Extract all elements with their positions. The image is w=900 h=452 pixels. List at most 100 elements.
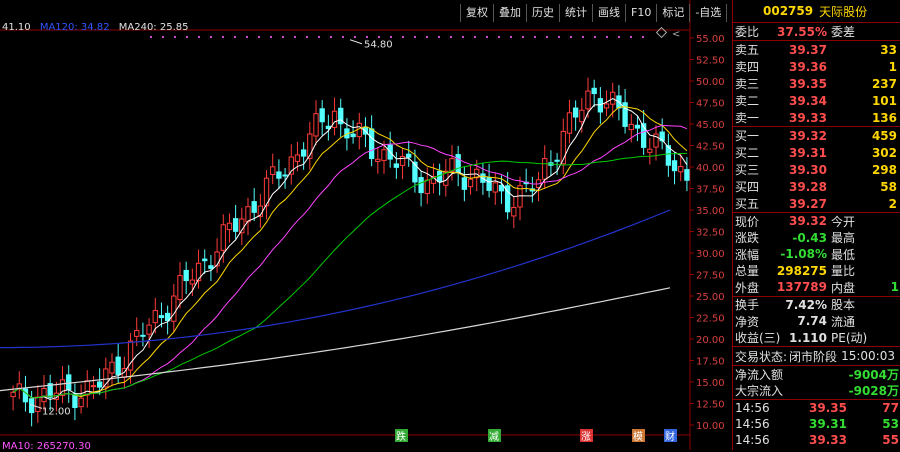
candle-body — [294, 154, 301, 162]
candle-body — [684, 169, 690, 181]
signal-dot — [462, 36, 464, 38]
candle-body — [146, 324, 152, 335]
bid-level[interactable]: 买一 39.32 459 — [733, 127, 900, 144]
candle-body — [678, 166, 684, 173]
candle-body — [455, 154, 461, 174]
tick-price: 39.33 — [809, 433, 847, 447]
bid-level[interactable]: 买四 39.28 58 — [733, 178, 900, 195]
fundamentals: 换手 7.42% 股本 净资 7.74 流通 收益(三) 1.110 PE(动) — [733, 297, 900, 347]
ask-level[interactable]: 卖三 39.35 237 — [733, 75, 900, 92]
flow-label: 大宗流入 — [735, 384, 784, 399]
price-axis-label: 22.50 — [696, 314, 725, 325]
kline-chart[interactable]: 55.00 52.50 50.00 47.50 45.00 42.50 40.00 37.50… — [0, 0, 732, 450]
tick-time: 14:56 — [735, 401, 770, 415]
stock-name: 天际股份 — [819, 4, 868, 19]
toolbar-mark-button[interactable]: 标记 — [656, 4, 689, 22]
signal-dot — [330, 36, 332, 38]
quote-stats: 现价 39.32 今开 涨跌 -0.43 最高 涨幅 -1.08% 最低 总量 298275 量… — [733, 213, 900, 296]
fund-label: 净资 — [735, 314, 760, 329]
quote-label: 涨跌 — [735, 231, 760, 246]
signal-dot — [378, 36, 380, 38]
fund-row: 收益(三) 1.110 PE(动) — [733, 330, 900, 347]
toolbar-history-button[interactable]: 历史 — [526, 4, 559, 22]
candle-body — [313, 113, 319, 137]
bid-volume: 2 — [888, 196, 897, 211]
ask-label: 卖四 — [735, 60, 760, 74]
candle-body — [214, 251, 220, 267]
candle-body — [251, 201, 257, 213]
signal-dot — [594, 36, 596, 38]
candle-body — [461, 177, 468, 190]
toolbar-stats-button[interactable]: 统计 — [559, 4, 592, 22]
toolbar-draw-line-button[interactable]: 画线 — [592, 4, 625, 22]
tick-time: 14:56 — [735, 433, 770, 447]
signal-dot — [414, 36, 416, 38]
quote-label: 现价 — [735, 214, 760, 229]
signal-dot — [618, 36, 620, 38]
toolbar-f10-button[interactable]: F10 — [625, 4, 656, 22]
candle-body — [300, 149, 307, 157]
flow-row: 净流入额 -9004万 — [733, 366, 900, 383]
bid-volume: 58 — [880, 179, 897, 194]
bid-price: 39.28 — [789, 179, 827, 194]
weicha-label: 委差 — [831, 25, 856, 39]
bid-level[interactable]: 买三 39.30 298 — [733, 161, 900, 178]
signal-dot — [390, 36, 392, 38]
candle-body — [566, 112, 573, 134]
event-tag-label: 跌 — [396, 430, 406, 443]
signal-dot — [486, 36, 488, 38]
stock-header: 002759 天际股份 — [733, 0, 900, 23]
candle-body — [140, 334, 146, 337]
price-axis-label: 32.50 — [696, 228, 725, 239]
bid-label: 买三 — [735, 163, 760, 177]
candle-body — [418, 177, 424, 194]
signal-dot — [186, 36, 188, 38]
signal-dot — [354, 36, 356, 38]
signal-dot — [510, 36, 512, 38]
toolbar-fuquan-button[interactable]: 复权 — [460, 4, 493, 22]
ask-level[interactable]: 卖一 39.33 136 — [733, 109, 900, 126]
tick-list: 14:56 39.35 77 14:56 39.31 53 14:56 39.33 55 — [733, 400, 900, 448]
price-axis-label: 40.00 — [696, 163, 725, 174]
ask-volume: 33 — [880, 42, 897, 57]
quote-value: 137789 — [776, 280, 827, 295]
signal-dot — [150, 36, 152, 38]
candle-body — [628, 123, 634, 131]
candle-body — [282, 174, 288, 177]
ask-label: 卖三 — [735, 77, 760, 91]
ask-volume: 1 — [888, 59, 897, 74]
ma-legend-ma120: MA120: 34.82 — [39, 22, 110, 33]
candle-body — [399, 155, 406, 166]
weibi-value: 37.55% — [777, 24, 827, 39]
candle-body — [591, 87, 597, 95]
bid-level[interactable]: 买五 39.27 2 — [733, 195, 900, 212]
ask-price: 39.35 — [789, 76, 827, 91]
ask-level[interactable]: 卖二 39.34 101 — [733, 92, 900, 109]
flow-value: -9004万 — [848, 367, 899, 382]
candle-body — [90, 385, 97, 388]
bid-level[interactable]: 买二 39.31 302 — [733, 144, 900, 161]
ask-level[interactable]: 卖五 39.37 33 — [733, 41, 900, 58]
candle-body — [486, 177, 492, 191]
toolbar-overlay-button[interactable]: 叠加 — [493, 4, 526, 22]
tick-volume: 77 — [882, 401, 899, 415]
candle-body — [158, 315, 165, 319]
quote-label-2: 量比 — [831, 264, 856, 279]
kline-chart-area[interactable]: 55.00 52.50 50.00 47.50 45.00 42.50 40.00 37.50… — [0, 0, 754, 452]
signal-dot — [366, 36, 368, 38]
candle-body — [109, 361, 115, 374]
quote-value: 298275 — [776, 263, 827, 278]
bid-volume: 298 — [871, 162, 897, 177]
candle-body — [96, 381, 103, 388]
price-axis-label: 12.50 — [696, 400, 725, 411]
candle-body — [350, 133, 356, 138]
ask-level[interactable]: 卖四 39.36 1 — [733, 58, 900, 75]
price-axis-label: 50.00 — [696, 77, 725, 88]
flow-label: 净流入额 — [735, 367, 784, 382]
quote-label: 总量 — [735, 264, 760, 279]
signal-dot — [630, 36, 632, 38]
toolbar-remove-watchlist-button[interactable]: -自选 — [689, 4, 726, 22]
signal-dot — [438, 36, 440, 38]
ask-label: 卖五 — [735, 43, 760, 57]
candle-body — [276, 171, 282, 179]
